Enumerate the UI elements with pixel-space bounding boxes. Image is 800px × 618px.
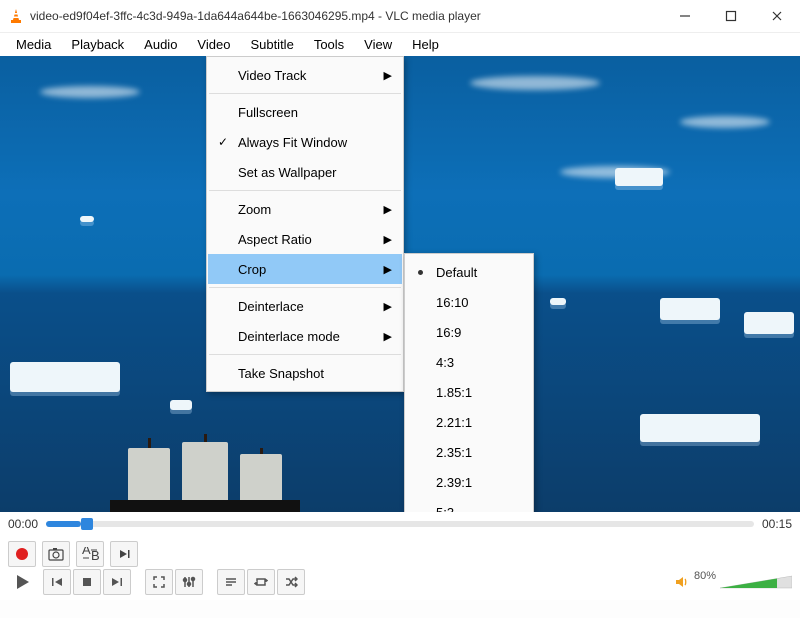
submenu-arrow-icon: ▶ [384,300,392,313]
record-button[interactable] [8,541,36,567]
crop-menu-item-default[interactable]: Default [406,257,532,287]
crop-menu-item-2-35-1[interactable]: 2.35:1 [406,437,532,467]
volume-control: 80% [674,574,792,590]
submenu-arrow-icon: ▶ [384,263,392,276]
close-button[interactable] [754,0,800,32]
video-menu-item-crop[interactable]: Crop▶ [208,254,402,284]
time-current: 00:00 [8,517,38,531]
menu-tools[interactable]: Tools [304,35,354,54]
speaker-icon[interactable] [674,574,690,590]
loop-icon [254,575,268,589]
extended-settings-button[interactable] [175,569,203,595]
equalizer-icon [182,575,196,589]
crop-menu-item-16-9[interactable]: 16:9 [406,317,532,347]
frame-step-button[interactable] [110,541,138,567]
previous-icon [50,575,64,589]
video-menu-item-set-as-wallpaper[interactable]: Set as Wallpaper [208,157,402,187]
next-button[interactable] [103,569,131,595]
menu-view[interactable]: View [354,35,402,54]
video-dropdown-menu: Video Track▶ Fullscreen✓Always Fit Window… [206,56,404,392]
playlist-button[interactable] [217,569,245,595]
crop-submenu: Default16:1016:94:31.85:12.21:12.35:12.3… [404,253,534,512]
menubar: Media Playback Audio Video Subtitle Tool… [0,32,800,56]
submenu-arrow-icon: ▶ [384,330,392,343]
record-icon [16,548,28,560]
menu-media[interactable]: Media [6,35,61,54]
crop-menu-item-1-85-1[interactable]: 1.85:1 [406,377,532,407]
frame-step-icon [117,547,131,561]
shuffle-button[interactable] [277,569,305,595]
menu-audio[interactable]: Audio [134,35,187,54]
play-icon [13,573,31,591]
volume-slider[interactable] [720,574,792,590]
menu-subtitle[interactable]: Subtitle [240,35,303,54]
stop-button[interactable] [73,569,101,595]
maximize-button[interactable] [708,0,754,32]
seek-knob[interactable] [81,518,93,530]
playlist-icon [224,575,238,589]
check-icon: ✓ [218,135,228,149]
loop-ab-button[interactable]: AB [76,541,104,567]
snapshot-button[interactable] [42,541,70,567]
video-area[interactable]: Video Track▶ Fullscreen✓Always Fit Window… [0,56,800,512]
video-menu-item-video-track[interactable]: Video Track▶ [208,60,402,90]
crop-menu-item-2-39-1[interactable]: 2.39:1 [406,467,532,497]
minimize-button[interactable] [662,0,708,32]
seek-fill [46,521,81,527]
menu-video[interactable]: Video [187,35,240,54]
toolbar: AB 80% [0,536,800,600]
volume-percent: 80% [694,570,716,582]
crop-menu-item-2-21-1[interactable]: 2.21:1 [406,407,532,437]
seekbar: 00:00 00:15 [0,512,800,536]
submenu-arrow-icon: ▶ [384,69,392,82]
submenu-arrow-icon: ▶ [384,203,392,216]
shuffle-icon [284,575,298,589]
video-menu-item-zoom[interactable]: Zoom▶ [208,194,402,224]
vlc-cone-icon [8,8,24,24]
crop-menu-item-4-3[interactable]: 4:3 [406,347,532,377]
menu-help[interactable]: Help [402,35,449,54]
ship-graphic [110,436,300,512]
submenu-arrow-icon: ▶ [384,233,392,246]
video-menu-item-aspect-ratio[interactable]: Aspect Ratio▶ [208,224,402,254]
window-title: video-ed9f04ef-3ffc-4c3d-949a-1da644a644… [30,9,662,23]
stop-icon [80,575,94,589]
crop-menu-item-5-3[interactable]: 5:3 [406,497,532,512]
video-menu-item-always-fit-window[interactable]: ✓Always Fit Window [208,127,402,157]
bullet-icon [418,270,423,275]
crop-menu-item-16-10[interactable]: 16:10 [406,287,532,317]
seek-track[interactable] [46,521,754,527]
video-menu-item-take-snapshot[interactable]: Take Snapshot [208,358,402,388]
window-controls [662,0,800,32]
titlebar: video-ed9f04ef-3ffc-4c3d-949a-1da644a644… [0,0,800,32]
fullscreen-icon [152,575,166,589]
loop-button[interactable] [247,569,275,595]
video-menu-item-deinterlace[interactable]: Deinterlace▶ [208,291,402,321]
camera-icon [48,547,64,561]
menu-playback[interactable]: Playback [61,35,134,54]
time-total: 00:15 [762,517,792,531]
previous-button[interactable] [43,569,71,595]
svg-text:A: A [82,547,91,557]
fullscreen-button[interactable] [145,569,173,595]
next-icon [110,575,124,589]
video-menu-item-deinterlace-mode[interactable]: Deinterlace mode▶ [208,321,402,351]
video-menu-item-fullscreen[interactable]: Fullscreen [208,97,402,127]
play-button[interactable] [8,569,36,595]
loop-ab-icon: AB [81,547,99,561]
